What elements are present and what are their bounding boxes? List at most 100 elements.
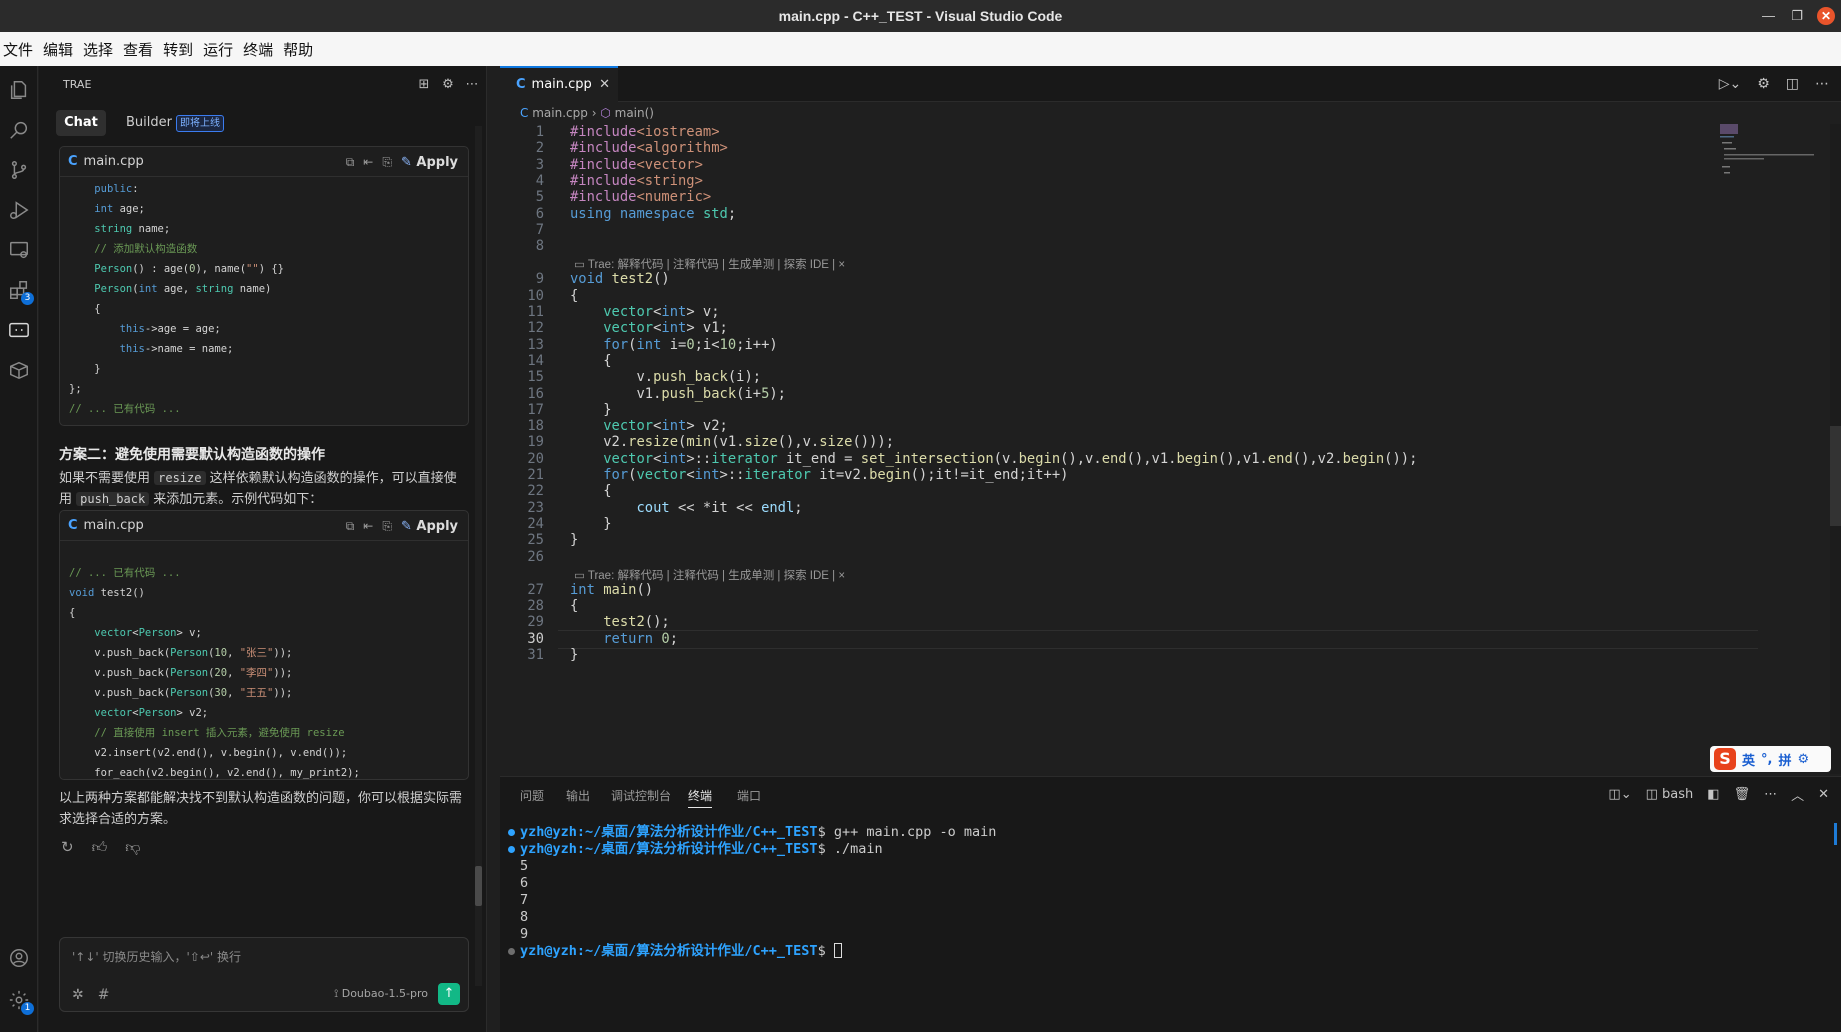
menu-run[interactable]: 运行 xyxy=(200,39,237,60)
menu-view[interactable]: 查看 xyxy=(120,39,157,60)
panel-more-icon[interactable]: ⋯ xyxy=(1764,787,1777,802)
close-tab-icon[interactable]: ✕ xyxy=(599,68,610,102)
code-line[interactable]: } xyxy=(570,647,578,663)
apply-button[interactable]: ✎ Apply xyxy=(401,155,458,170)
code-line[interactable]: #include<string> xyxy=(570,173,703,189)
new-file-icon[interactable]: ⎘ xyxy=(382,155,392,170)
code-line[interactable]: return 0; xyxy=(570,631,678,647)
run-file-icon[interactable]: ▷⌄ xyxy=(1719,76,1742,92)
new-chat-icon[interactable]: ⊞ xyxy=(415,76,433,94)
thumbs-down-icon[interactable]: 👎︎ xyxy=(125,838,140,857)
code-line[interactable]: test2(); xyxy=(570,614,669,630)
new-file-icon[interactable]: ⎘ xyxy=(382,519,392,534)
code-line[interactable]: vector<int> v1; xyxy=(570,320,728,336)
more-actions-icon[interactable]: ⋯ xyxy=(463,76,481,94)
restore-icon[interactable]: ❐ xyxy=(1791,0,1803,32)
code-line[interactable]: { xyxy=(570,353,611,369)
tab-main-cpp[interactable]: Cmain.cpp ✕ xyxy=(500,66,618,102)
editor-settings-gear-icon[interactable]: ⚙ xyxy=(1757,76,1770,92)
hash-icon[interactable]: # xyxy=(98,987,110,1003)
code-line[interactable]: #include<numeric> xyxy=(570,189,711,205)
breadcrumb-file[interactable]: main.cpp xyxy=(532,106,588,120)
ime-mode[interactable]: 英 xyxy=(1742,750,1755,769)
insert-icon[interactable]: ⇤ xyxy=(363,155,373,169)
menu-terminal[interactable]: 终端 xyxy=(240,39,277,60)
send-button[interactable]: ↑ xyxy=(438,983,460,1005)
breadcrumb-symbol[interactable]: main() xyxy=(615,106,654,120)
tab-chat[interactable]: Chat xyxy=(56,110,106,136)
new-terminal-split-icon[interactable]: ◫⌄ xyxy=(1608,787,1631,802)
menu-edit[interactable]: 编辑 xyxy=(40,39,77,60)
tab-builder[interactable]: Builder 即将上线 xyxy=(126,110,224,136)
model-selector[interactable]: ⟟ Doubao-1.5-pro xyxy=(334,987,428,1001)
code-line[interactable]: #include<algorithm> xyxy=(570,140,728,156)
code-line[interactable]: v.push_back(i); xyxy=(570,369,761,385)
minimap[interactable] xyxy=(1718,122,1818,202)
ime-pinyin[interactable]: 拼 xyxy=(1778,750,1791,769)
copy-icon[interactable]: ⧉ xyxy=(346,155,355,170)
ime-toolbar[interactable]: S 英 °, 拼 ⚙ xyxy=(1710,746,1831,772)
tab-output[interactable]: 输出 xyxy=(566,787,590,804)
regenerate-icon[interactable]: ↻ xyxy=(61,838,74,857)
chat-input[interactable]: '↑↓' 切换历史输入，'⇧↩' 换行 ✲ # ⟟ Doubao-1.5-pro… xyxy=(59,937,469,1012)
minimize-icon[interactable]: — xyxy=(1762,0,1775,32)
split-terminal-icon[interactable]: ◧ xyxy=(1707,787,1719,802)
menu-selection[interactable]: 选择 xyxy=(80,39,117,60)
code-line[interactable]: for(int i=0;i<10;i++) xyxy=(570,337,777,353)
explorer-icon[interactable] xyxy=(7,78,31,102)
trae-codelens[interactable]: ▭ Trae: 解释代码 | 注释代码 | 生成单测 | 探索 IDE | × xyxy=(574,256,845,272)
terminal-instance[interactable]: ◫ bash xyxy=(1646,787,1694,802)
settings-gear-icon[interactable]: 1 xyxy=(7,988,34,1015)
code-line[interactable]: using namespace std; xyxy=(570,206,736,222)
trash-icon[interactable]: 🗑︎ xyxy=(1734,787,1751,802)
code-line[interactable]: for(vector<int>::iterator it=v2.begin();… xyxy=(570,467,1068,483)
code-line[interactable]: vector<int>::iterator it_end = set_inter… xyxy=(570,451,1417,467)
thumbs-up-icon[interactable]: 👍︎ xyxy=(92,838,108,857)
code-line[interactable]: #include<vector> xyxy=(570,157,703,173)
package-icon[interactable] xyxy=(7,358,31,382)
menu-go[interactable]: 转到 xyxy=(160,39,197,60)
tab-problems[interactable]: 问题 xyxy=(520,787,544,804)
code-line[interactable]: #include<iostream> xyxy=(570,124,720,140)
code-line[interactable]: vector<int> v2; xyxy=(570,418,728,434)
code-line[interactable]: } xyxy=(570,532,578,548)
trae-chat-icon[interactable] xyxy=(7,318,31,342)
copy-icon[interactable]: ⧉ xyxy=(346,519,355,534)
source-control-icon[interactable] xyxy=(7,158,31,182)
trae-codelens[interactable]: ▭ Trae: 解释代码 | 注释代码 | 生成单测 | 探索 IDE | × xyxy=(574,567,845,583)
code-line[interactable]: v1.push_back(i+5); xyxy=(570,386,786,402)
ime-settings-icon[interactable]: ⚙ xyxy=(1797,752,1809,767)
code-line[interactable]: } xyxy=(570,516,611,532)
split-editor-icon[interactable]: ◫ xyxy=(1786,76,1799,92)
search-icon[interactable] xyxy=(7,118,31,142)
run-debug-icon[interactable] xyxy=(7,198,31,222)
menu-help[interactable]: 帮助 xyxy=(280,39,317,60)
tab-debug-console[interactable]: 调试控制台 xyxy=(611,787,671,804)
code-line[interactable]: vector<int> v; xyxy=(570,304,719,320)
terminal[interactable]: yzh@yzh:~/桌面/算法分析设计作业/C++_TEST$ g++ main… xyxy=(508,824,996,960)
tab-ports[interactable]: 端口 xyxy=(737,787,761,804)
account-icon[interactable] xyxy=(7,946,31,970)
code-line[interactable]: { xyxy=(570,598,578,614)
code-line[interactable]: } xyxy=(570,402,611,418)
editor-more-icon[interactable]: ⋯ xyxy=(1815,76,1829,92)
code-line[interactable]: v2.resize(min(v1.size(),v.size())); xyxy=(570,434,894,450)
chat-scrollbar[interactable] xyxy=(475,126,482,986)
tab-terminal[interactable]: 终端 xyxy=(688,787,713,808)
code-line[interactable]: { xyxy=(570,288,578,304)
insert-icon[interactable]: ⇤ xyxy=(363,519,373,533)
menu-file[interactable]: 文件 xyxy=(0,39,37,60)
code-line[interactable]: cout << *it << endl; xyxy=(570,500,802,516)
code-line[interactable]: int main() xyxy=(570,582,653,598)
code-line[interactable]: { xyxy=(570,483,611,499)
apply-button[interactable]: ✎ Apply xyxy=(401,519,458,534)
context-icon[interactable]: ✲ xyxy=(72,987,84,1003)
code-line[interactable]: void test2() xyxy=(570,271,670,287)
extensions-icon[interactable]: 3 xyxy=(7,278,34,305)
editor-scrollbar-thumb[interactable] xyxy=(1830,426,1841,526)
remote-explorer-icon[interactable] xyxy=(7,238,31,262)
close-panel-icon[interactable]: ✕ xyxy=(1818,787,1829,802)
maximize-panel-icon[interactable]: ︿ xyxy=(1791,785,1804,804)
chat-settings-gear-icon[interactable]: ⚙ xyxy=(439,76,457,94)
close-icon[interactable]: ✕ xyxy=(1817,7,1835,25)
